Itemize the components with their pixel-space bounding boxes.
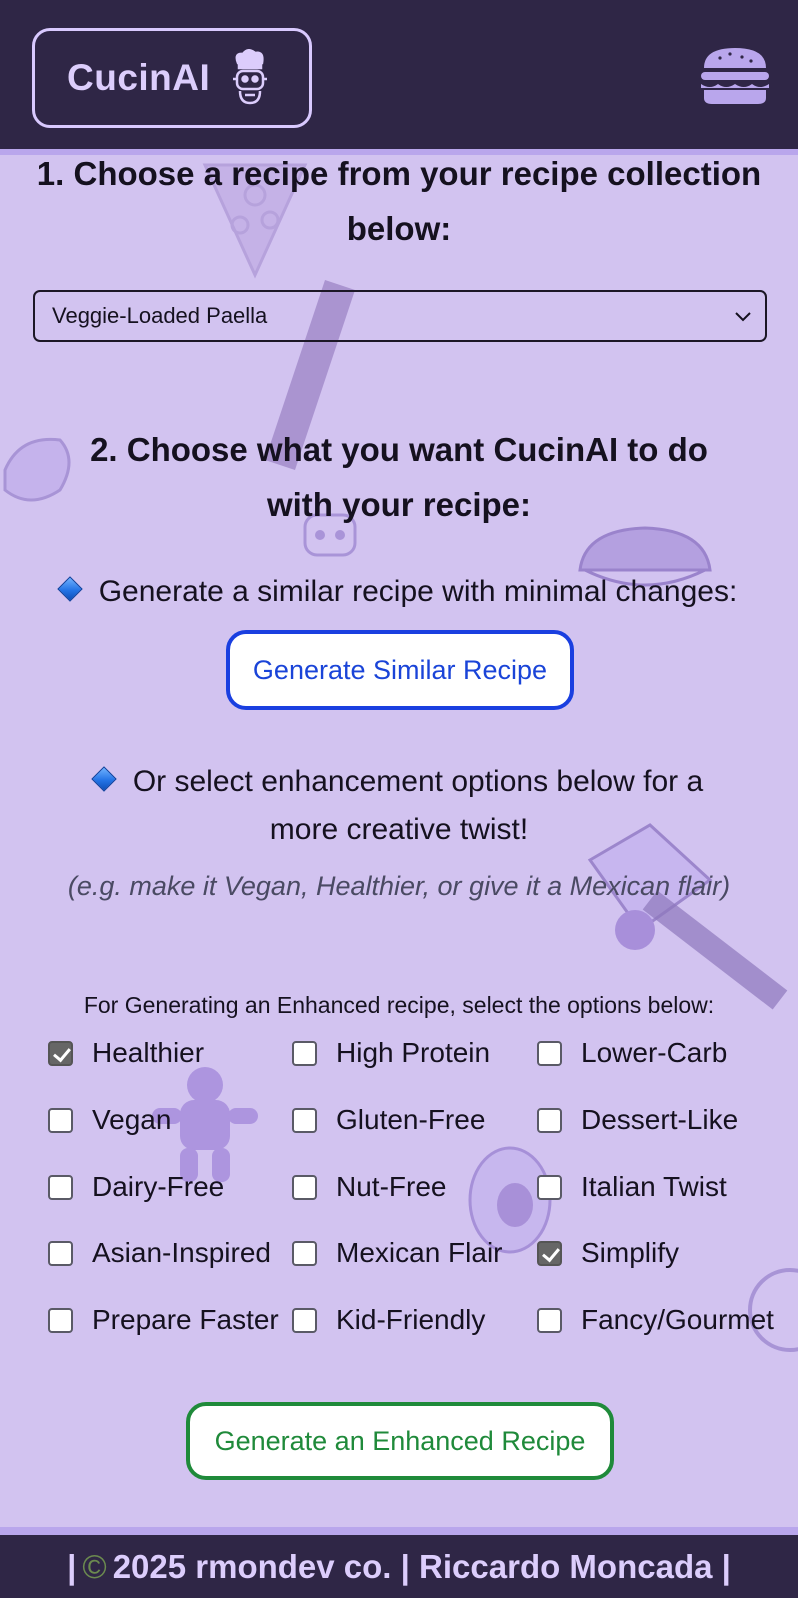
option-simplify[interactable]: Simplify	[537, 1233, 679, 1273]
option-label: Vegan	[92, 1104, 172, 1135]
option-kid-friendly[interactable]: Kid-Friendly	[292, 1300, 485, 1340]
blue-diamond-icon	[91, 766, 117, 792]
generate-enhanced-button[interactable]: Generate an Enhanced Recipe	[186, 1402, 614, 1480]
option-label: Gluten-Free	[336, 1104, 486, 1135]
option-checkbox[interactable]	[48, 1107, 73, 1133]
option-healthier[interactable]: Healthier	[48, 1033, 204, 1073]
option-label: Kid-Friendly	[336, 1304, 486, 1335]
option-dairy-free[interactable]: Dairy-Free	[48, 1167, 224, 1207]
footer-text: 2025 rmondev co. | Riccardo Moncada |	[112, 1547, 731, 1585]
option-checkbox[interactable]	[537, 1174, 562, 1200]
option-checkbox[interactable]	[292, 1174, 317, 1200]
option-vegan[interactable]: Vegan	[48, 1100, 171, 1140]
hamburger-menu-icon[interactable]	[698, 44, 772, 106]
option-gluten-free[interactable]: Gluten-Free	[292, 1100, 485, 1140]
option-mexican-flair[interactable]: Mexican Flair	[292, 1233, 502, 1273]
option-fancy-gourmet[interactable]: Fancy/Gourmet	[537, 1300, 774, 1340]
option-checkbox[interactable]	[48, 1040, 73, 1066]
option-dessert-like[interactable]: Dessert-Like	[537, 1100, 738, 1140]
option-label: Mexican Flair	[336, 1237, 503, 1268]
blue-diamond-icon	[56, 576, 83, 602]
option-asian-inspired[interactable]: Asian-Inspired	[48, 1233, 271, 1273]
recipe-select-value: Veggie-Loaded Paella	[52, 303, 268, 328]
option-label: Nut-Free	[336, 1171, 447, 1202]
option-checkbox[interactable]	[48, 1307, 73, 1333]
option-checkbox[interactable]	[537, 1107, 562, 1133]
recipe-select[interactable]: Veggie-Loaded Paella	[33, 290, 767, 342]
footer-lead: |	[67, 1547, 77, 1585]
enhance-prompt: Or select enhancement options below for …	[0, 758, 798, 854]
option-checkbox[interactable]	[48, 1174, 73, 1200]
option-high-protein[interactable]: High Protein	[292, 1033, 490, 1073]
option-checkbox[interactable]	[537, 1240, 562, 1266]
option-italian-twist[interactable]: Italian Twist	[537, 1167, 727, 1207]
enhance-prompt-text: Or select enhancement options below for …	[132, 765, 704, 846]
step1-heading: 1. Choose a recipe from your recipe coll…	[36, 155, 762, 247]
option-checkbox[interactable]	[292, 1307, 317, 1333]
option-label: Prepare Faster	[92, 1304, 279, 1335]
option-label: Healthier	[92, 1037, 205, 1068]
option-checkbox[interactable]	[537, 1307, 562, 1333]
option-checkbox[interactable]	[292, 1107, 317, 1133]
option-prepare-faster[interactable]: Prepare Faster	[48, 1300, 279, 1340]
option-label: High Protein	[336, 1037, 491, 1068]
brand-logo-link[interactable]: CucinAI	[32, 28, 312, 128]
generate-similar-button[interactable]: Generate Similar Recipe	[226, 630, 574, 710]
option-label: Asian-Inspired	[92, 1237, 271, 1268]
options-label: For Generating an Enhanced recipe, selec…	[83, 992, 715, 1018]
option-label: Italian Twist	[581, 1171, 727, 1202]
option-label: Dairy-Free	[92, 1171, 225, 1202]
chevron-down-icon	[735, 312, 751, 322]
step2-heading: 2. Choose what you want CucinAI to do wi…	[90, 431, 708, 523]
option-lower-carb[interactable]: Lower-Carb	[537, 1033, 727, 1073]
option-checkbox[interactable]	[292, 1040, 317, 1066]
option-label: Simplify	[581, 1237, 680, 1268]
copyright-symbol: ©	[82, 1547, 107, 1585]
option-label: Lower-Carb	[581, 1037, 728, 1068]
option-checkbox[interactable]	[48, 1240, 73, 1266]
option-checkbox[interactable]	[292, 1240, 317, 1266]
brand-name: CucinAI	[67, 57, 211, 98]
top-navbar: CucinAI	[0, 0, 798, 155]
footer: | © 2025 rmondev co. | Riccardo Moncada …	[0, 1527, 798, 1598]
option-checkbox[interactable]	[537, 1040, 562, 1066]
enhance-hint: (e.g. make it Vegan, Healthier, or give …	[67, 871, 731, 901]
option-label: Fancy/Gourmet	[581, 1304, 774, 1335]
similar-prompt-text: Generate a similar recipe with minimal c…	[98, 575, 738, 608]
chef-robot-icon	[233, 49, 268, 105]
option-nut-free[interactable]: Nut-Free	[292, 1167, 446, 1207]
option-label: Dessert-Like	[581, 1104, 739, 1135]
similar-prompt: Generate a similar recipe with minimal c…	[0, 568, 798, 616]
